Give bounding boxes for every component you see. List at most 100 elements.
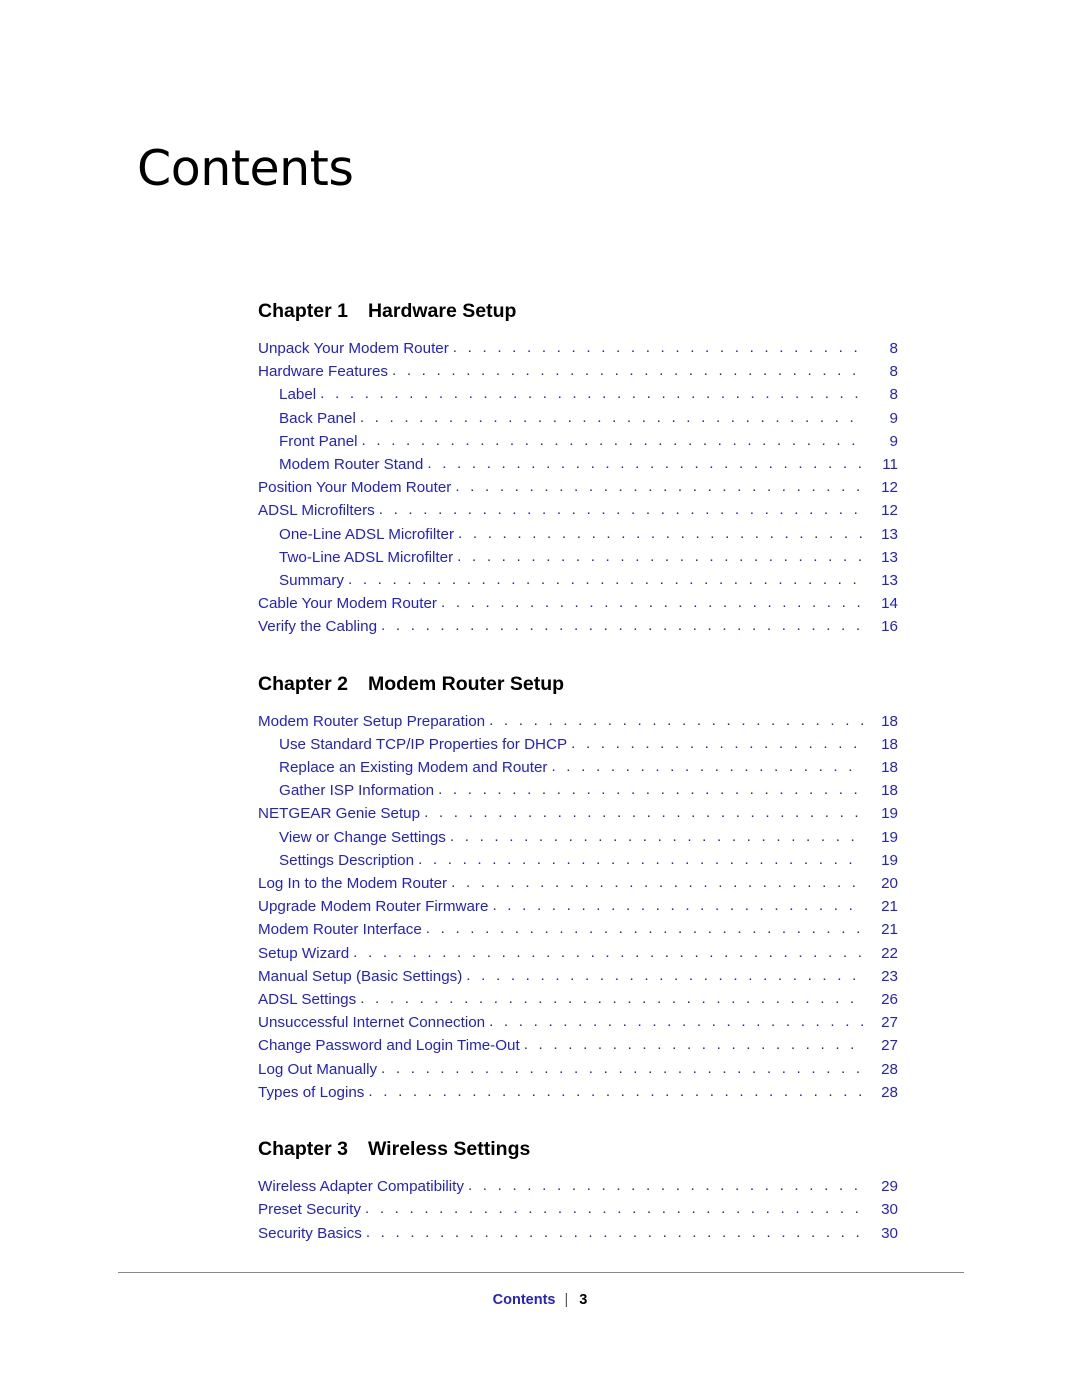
- chapter-title: Modem Router Setup: [367, 672, 565, 695]
- toc-entry-label: Unpack Your Modem Router: [258, 340, 449, 357]
- toc-entry[interactable]: Position Your Modem Router. . . . . . . …: [258, 476, 898, 499]
- toc-entry[interactable]: View or Change Settings. . . . . . . . .…: [258, 826, 898, 849]
- toc-entry-page: 9: [889, 409, 898, 427]
- toc-entry-page: 19: [881, 851, 898, 869]
- toc-entry-page: 21: [881, 921, 898, 939]
- toc-entry-page: 20: [881, 875, 898, 893]
- toc-entry[interactable]: Types of Logins. . . . . . . . . . . . .…: [258, 1081, 898, 1104]
- toc-entry[interactable]: One-Line ADSL Microfilter. . . . . . . .…: [258, 523, 898, 546]
- toc-page: Contents Chapter 1 Hardware Setup Unpack Y…: [0, 0, 1080, 1397]
- toc-entry-page: 19: [881, 828, 898, 846]
- toc-entry-label: Cable Your Modem Router: [258, 595, 437, 613]
- toc-entry[interactable]: Log Out Manually. . . . . . . . . . . . …: [258, 1058, 898, 1081]
- toc-entry-label: Position Your Modem Router: [258, 479, 452, 497]
- toc-entry[interactable]: Upgrade Modem Router Firmware. . . . . .…: [258, 895, 898, 918]
- toc-group: Chapter 2 Modem Router Setup Modem Router …: [258, 673, 898, 1104]
- toc-entry[interactable]: Label. . . . . . . . . . . . . . . . . .…: [258, 383, 898, 406]
- toc-entry[interactable]: ADSL Microfilters. . . . . . . . . . . .…: [258, 499, 898, 522]
- toc-entry[interactable]: Unpack Your Modem Router. . . . . . . . …: [258, 337, 898, 360]
- toc-entry-page: 11: [882, 456, 898, 474]
- toc-entry[interactable]: Settings Description. . . . . . . . . . …: [258, 849, 898, 872]
- toc-leader-dots: . . . . . . . . . . . . . . . . . . . . …: [551, 758, 864, 776]
- toc-entry-label: Change Password and Login Time-Out: [258, 1037, 520, 1055]
- toc-leader-dots: . . . . . . . . . . . . . . . . . . . . …: [381, 617, 864, 635]
- toc-entry-label: One-Line ADSL Microfilter: [279, 525, 455, 543]
- toc-entry-label: NETGEAR Genie Setup: [258, 805, 421, 823]
- toc-entry[interactable]: Modem Router Stand. . . . . . . . . . . …: [258, 453, 898, 476]
- toc-entry-label: Label: [279, 386, 317, 404]
- toc-entry[interactable]: Front Panel. . . . . . . . . . . . . . .…: [258, 430, 898, 453]
- toc-entry-page: 18: [881, 759, 898, 777]
- table-of-contents: Chapter 1 Hardware Setup Unpack Your Modem…: [258, 300, 898, 1275]
- toc-entry-label: Modem Router Interface: [258, 921, 422, 939]
- toc-entry[interactable]: Use Standard TCP/IP Properties for DHCP.…: [258, 733, 898, 756]
- toc-entry[interactable]: Verify the Cabling. . . . . . . . . . . …: [258, 615, 898, 638]
- toc-entry-label: Replace an Existing Modem and Router: [279, 759, 548, 777]
- toc-entry[interactable]: Setup Wizard. . . . . . . . . . . . . . …: [258, 942, 898, 965]
- toc-leader-dots: . . . . . . . . . . . . . . . . . . . . …: [381, 1059, 864, 1077]
- toc-entry[interactable]: Modem Router Interface. . . . . . . . . …: [258, 918, 898, 941]
- toc-entry[interactable]: Gather ISP Information. . . . . . . . . …: [258, 779, 898, 802]
- toc-entry-label: Security Basics: [258, 1224, 362, 1242]
- toc-leader-dots: . . . . . . . . . . . . . . . . . . . . …: [489, 1013, 864, 1031]
- toc-entry-page: 18: [881, 782, 898, 800]
- toc-entry[interactable]: ADSL Settings. . . . . . . . . . . . . .…: [258, 988, 898, 1011]
- toc-entry-page: 30: [881, 1201, 898, 1219]
- toc-entry[interactable]: Change Password and Login Time-Out. . . …: [258, 1034, 898, 1057]
- toc-entry-page: 8: [889, 363, 898, 381]
- toc-entry[interactable]: NETGEAR Genie Setup. . . . . . . . . . .…: [258, 802, 898, 825]
- toc-entry-label: Types of Logins: [258, 1083, 365, 1101]
- toc-entry-page: 13: [881, 548, 898, 566]
- toc-entry-page: 14: [881, 595, 898, 613]
- toc-entry[interactable]: Modem Router Setup Preparation. . . . . …: [258, 710, 898, 733]
- toc-leader-dots: . . . . . . . . . . . . . . . . . . . . …: [360, 990, 864, 1008]
- toc-entry[interactable]: Manual Setup (Basic Settings). . . . . .…: [258, 965, 898, 988]
- toc-entry-label: Hardware Features: [258, 363, 388, 381]
- toc-entry-label: Upgrade Modem Router Firmware: [258, 898, 489, 916]
- toc-entry-label: Manual Setup (Basic Settings): [258, 967, 463, 985]
- toc-entry-page: 13: [881, 525, 898, 543]
- toc-entry-label: Setup Wizard: [258, 944, 350, 962]
- toc-entry-page: 28: [881, 1083, 898, 1101]
- toc-entry[interactable]: Log In to the Modem Router. . . . . . . …: [258, 872, 898, 895]
- toc-entry-page: 8: [889, 386, 898, 404]
- toc-entry[interactable]: Preset Security. . . . . . . . . . . . .…: [258, 1198, 898, 1221]
- toc-entry-label: ADSL Microfilters: [258, 502, 375, 520]
- page-title: Contents: [137, 140, 354, 197]
- toc-entry-label: Back Panel: [279, 409, 356, 427]
- toc-leader-dots: . . . . . . . . . . . . . . . . . . . . …: [466, 966, 864, 984]
- toc-entry[interactable]: Summary. . . . . . . . . . . . . . . . .…: [258, 569, 898, 592]
- toc-entry[interactable]: Cable Your Modem Router. . . . . . . . .…: [258, 592, 898, 615]
- toc-entry[interactable]: Hardware Features. . . . . . . . . . . .…: [258, 360, 898, 383]
- toc-entry[interactable]: Back Panel. . . . . . . . . . . . . . . …: [258, 407, 898, 430]
- toc-leader-dots: . . . . . . . . . . . . . . . . . . . . …: [449, 827, 864, 845]
- toc-leader-dots: . . . . . . . . . . . . . . . . . . . . …: [392, 362, 864, 380]
- toc-leader-dots: . . . . . . . . . . . . . . . . . . . . …: [438, 781, 864, 799]
- toc-leader-dots: . . . . . . . . . . . . . . . . . . . . …: [467, 1177, 864, 1195]
- toc-entry-page: 13: [881, 572, 898, 590]
- toc-leader-dots: . . . . . . . . . . . . . . . . . . . . …: [451, 874, 864, 892]
- chapter-label: Chapter 1: [258, 300, 348, 322]
- toc-entry[interactable]: Wireless Adapter Compatibility. . . . . …: [258, 1175, 898, 1198]
- toc-entry[interactable]: Unsuccessful Internet Connection. . . . …: [258, 1011, 898, 1034]
- toc-entry-page: 23: [881, 967, 898, 985]
- footer-page-number: 3: [579, 1292, 588, 1308]
- toc-leader-dots: . . . . . . . . . . . . . . . . . . . . …: [492, 897, 864, 915]
- toc-leader-dots: . . . . . . . . . . . . . . . . . . . . …: [440, 594, 864, 612]
- toc-leader-dots: . . . . . . . . . . . . . . . . . . . . …: [571, 734, 864, 752]
- toc-entry-page: 16: [881, 618, 898, 636]
- footer-divider: [118, 1272, 964, 1273]
- page-footer: Contents | 3: [0, 1292, 1080, 1308]
- toc-leader-dots: . . . . . . . . . . . . . . . . . . . . …: [427, 455, 864, 473]
- footer-separator: |: [564, 1292, 569, 1308]
- toc-entry[interactable]: Security Basics. . . . . . . . . . . . .…: [258, 1222, 898, 1245]
- toc-leader-dots: . . . . . . . . . . . . . . . . . . . . …: [320, 385, 864, 403]
- chapter-heading: Chapter 1 Hardware Setup: [258, 300, 898, 323]
- toc-entry-page: 18: [881, 712, 898, 730]
- toc-entry[interactable]: Replace an Existing Modem and Router. . …: [258, 756, 898, 779]
- toc-entry-label: Log Out Manually: [258, 1060, 378, 1078]
- toc-entry[interactable]: Two-Line ADSL Microfilter. . . . . . . .…: [258, 546, 898, 569]
- chapter-label: Chapter 2: [258, 672, 348, 695]
- toc-entry-page: 18: [881, 735, 898, 753]
- toc-entry-label: Settings Description: [279, 851, 415, 869]
